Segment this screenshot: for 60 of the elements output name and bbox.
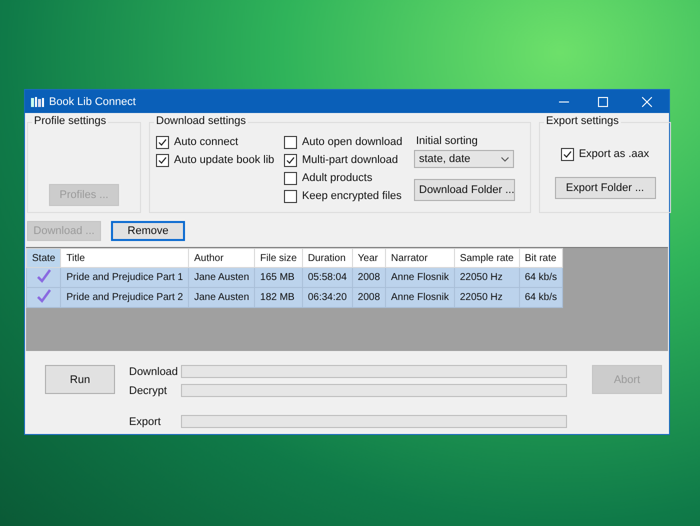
check-icon bbox=[36, 289, 52, 303]
check-icon bbox=[36, 269, 52, 283]
table-cell: 06:34:20 bbox=[302, 288, 352, 308]
checkbox-label: Auto open download bbox=[302, 136, 402, 148]
close-icon[interactable] bbox=[642, 96, 652, 106]
column-header: Sample rate bbox=[454, 248, 520, 268]
window-title: Book Lib Connect bbox=[49, 96, 137, 108]
progress-label: Export bbox=[129, 416, 162, 428]
progress-label: Download bbox=[129, 366, 179, 378]
table-cell: 05:58:04 bbox=[302, 268, 352, 288]
column-header: Year bbox=[352, 248, 386, 268]
checkbox-label: Adult products bbox=[302, 172, 372, 184]
checkbox[interactable] bbox=[284, 190, 297, 202]
table-cell: 64 kb/s bbox=[519, 268, 562, 288]
button[interactable]: Run bbox=[45, 365, 115, 394]
button[interactable]: Export Folder ... bbox=[554, 177, 656, 199]
maximize-icon[interactable] bbox=[598, 96, 608, 106]
button[interactable]: Remove bbox=[111, 221, 185, 241]
checkbox-label: Auto update book lib bbox=[174, 154, 274, 166]
checkbox-label: Auto connect bbox=[174, 136, 238, 148]
table-cell: Pride and Prejudice Part 1 bbox=[60, 268, 189, 288]
table-cell: Anne Flosnik bbox=[386, 268, 454, 288]
table-cell: 2008 bbox=[352, 268, 386, 288]
column-header: Title bbox=[60, 248, 189, 268]
state-cell[interactable] bbox=[26, 288, 61, 308]
table-cell: Jane Austen bbox=[188, 268, 255, 288]
chevron-down-icon bbox=[501, 156, 509, 162]
table-cell: Pride and Prejudice Part 2 bbox=[60, 288, 189, 308]
group-title: Export settings bbox=[544, 115, 621, 127]
progress-label: Decrypt bbox=[129, 384, 168, 396]
column-header: Author bbox=[188, 248, 255, 268]
button[interactable]: Download Folder ... bbox=[414, 179, 515, 201]
group-title: Download settings bbox=[154, 115, 248, 127]
checkbox[interactable] bbox=[156, 154, 169, 166]
sorting-dropdown[interactable]: state, date bbox=[414, 150, 514, 168]
table-cell: 2008 bbox=[352, 288, 386, 308]
column-header: File size bbox=[254, 248, 302, 268]
checkbox-label: Multi-part download bbox=[302, 154, 398, 166]
table-cell: 22050 Hz bbox=[454, 288, 520, 308]
table-cell: 182 MB bbox=[254, 288, 302, 308]
column-header: Narrator bbox=[386, 248, 454, 268]
column-header: State bbox=[26, 248, 61, 268]
checkbox[interactable] bbox=[156, 136, 169, 148]
checkbox[interactable] bbox=[284, 172, 297, 184]
checkbox[interactable] bbox=[284, 154, 297, 166]
group-title: Profile settings bbox=[32, 115, 108, 127]
app-books-icon bbox=[31, 96, 44, 106]
checkbox[interactable] bbox=[560, 148, 574, 160]
table-cell: 22050 Hz bbox=[454, 268, 520, 288]
table-cell: 165 MB bbox=[254, 268, 302, 288]
column-header: Bit rate bbox=[519, 248, 562, 268]
table-cell: 64 kb/s bbox=[519, 288, 562, 308]
column-header: Duration bbox=[302, 248, 352, 268]
checkbox-label: Export as .aax bbox=[578, 148, 650, 160]
table-cell: Anne Flosnik bbox=[386, 288, 454, 308]
checkbox-label: Keep encrypted files bbox=[302, 190, 402, 202]
sorting-label: Initial sorting bbox=[415, 135, 479, 147]
checkbox[interactable] bbox=[284, 136, 297, 148]
table-cell: Jane Austen bbox=[188, 288, 255, 308]
state-cell[interactable] bbox=[26, 268, 61, 288]
